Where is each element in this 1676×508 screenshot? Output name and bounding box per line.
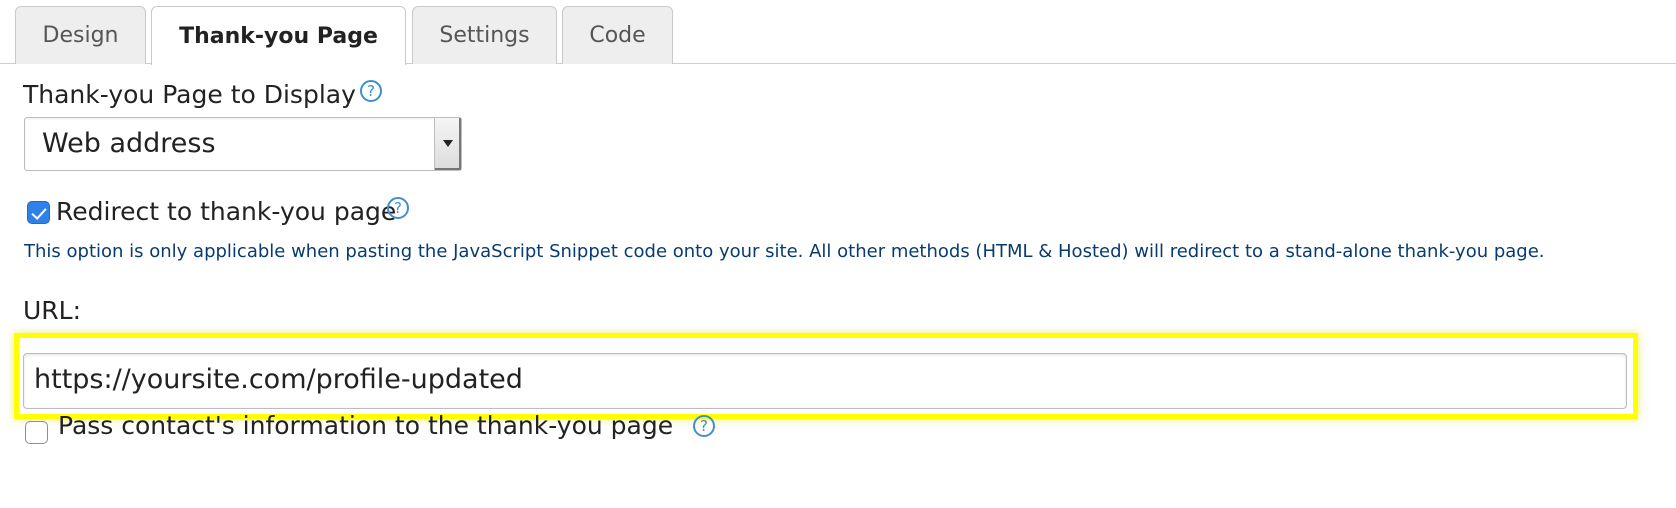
pass-contact-checkbox[interactable] — [25, 421, 48, 444]
redirect-label: Redirect to thank-you page — [56, 197, 397, 226]
pass-contact-label: Pass contact's information to the thank-… — [58, 411, 674, 440]
tab-bar: Design Thank-you Page Settings Code — [0, 0, 1676, 65]
url-label: URL: — [23, 296, 82, 325]
url-input[interactable]: https://yoursite.com/profile-updated — [23, 353, 1627, 409]
tab-settings[interactable]: Settings — [412, 6, 557, 64]
question-circle-icon[interactable]: ? — [693, 415, 715, 437]
redirect-note: This option is only applicable when past… — [24, 241, 1545, 262]
chevron-down-icon — [434, 118, 461, 170]
question-circle-icon[interactable]: ? — [387, 197, 409, 219]
question-circle-icon[interactable]: ? — [360, 80, 382, 102]
select-value: Web address — [42, 128, 216, 159]
tab-thank-you-page[interactable]: Thank-you Page — [151, 6, 406, 65]
tab-design[interactable]: Design — [15, 6, 146, 64]
thank-you-page-select[interactable]: Web address — [24, 117, 462, 171]
thank-you-page-label: Thank-you Page to Display — [23, 80, 356, 109]
tab-code[interactable]: Code — [562, 6, 673, 64]
redirect-checkbox[interactable] — [27, 201, 50, 224]
